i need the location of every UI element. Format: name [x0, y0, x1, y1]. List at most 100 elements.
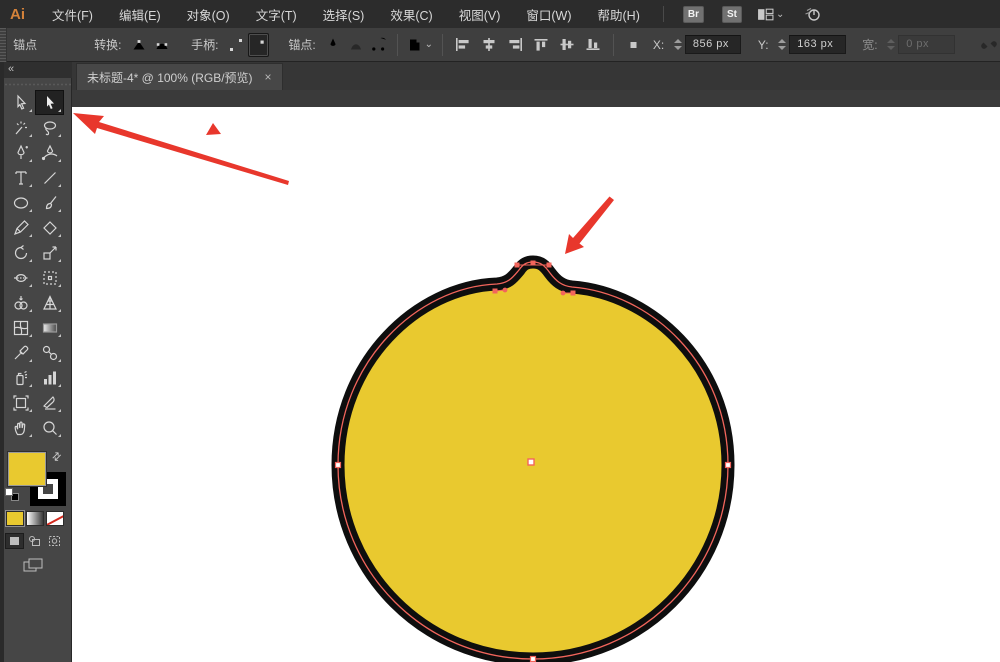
stock-button[interactable]: St	[721, 5, 742, 23]
y-stepper[interactable]	[777, 37, 787, 53]
align-left-icon[interactable]	[451, 33, 475, 57]
free-transform-tool[interactable]	[35, 265, 64, 290]
align-group	[450, 33, 606, 57]
document-tab-title: 未标题-4* @ 100% (RGB/预览)	[87, 70, 253, 85]
app-logo: Ai	[10, 5, 25, 23]
panel-grip[interactable]	[0, 27, 8, 62]
shape-builder-tool[interactable]	[6, 290, 35, 315]
close-icon[interactable]: ×	[265, 70, 272, 84]
default-colors-icon[interactable]	[5, 488, 19, 501]
magic-wand-tool[interactable]	[6, 115, 35, 140]
eraser-tool[interactable]	[35, 215, 64, 240]
broken-chain-icon	[978, 33, 999, 57]
ellipse-tool[interactable]	[6, 190, 35, 215]
convert-to-corner-icon[interactable]	[128, 33, 149, 57]
remove-anchor-pen-icon[interactable]	[323, 33, 344, 57]
zoom-tool[interactable]	[35, 415, 64, 440]
draw-behind-button[interactable]	[25, 533, 44, 549]
y-field[interactable]: 163 px	[789, 35, 846, 54]
screen-mode-button[interactable]	[20, 556, 46, 574]
tools-grid	[6, 90, 66, 440]
menu-item-object[interactable]: 对象(O)	[174, 0, 243, 29]
artboard-tool[interactable]	[6, 390, 35, 415]
menu-item-edit[interactable]: 编辑(E)	[106, 0, 174, 29]
menu-item-file[interactable]: 文件(F)	[39, 0, 106, 29]
menu-item-type[interactable]: 文字(T)	[243, 0, 310, 29]
gradient-mode-button[interactable]	[26, 511, 44, 526]
handles-label: 手柄:	[191, 38, 219, 52]
eyedropper-tool[interactable]	[6, 340, 35, 365]
cut-path-icon[interactable]	[368, 33, 389, 57]
menu-item-view[interactable]: 视图(V)	[446, 0, 514, 29]
tab-strip: 未标题-4* @ 100% (RGB/预览) ×	[72, 62, 1000, 107]
tab-strip-lower	[72, 90, 1000, 107]
control-bar: 锚点 转换: 手柄: 锚点: ⌄ X: 856 px Y: 163 px 宽: …	[0, 27, 1000, 62]
symbol-sprayer-tool[interactable]	[6, 365, 35, 390]
rotate-tool[interactable]	[6, 240, 35, 265]
connect-path-icon[interactable]	[345, 33, 366, 57]
hide-handles-icon[interactable]	[248, 32, 270, 57]
lasso-tool[interactable]	[35, 115, 64, 140]
convert-to-smooth-icon[interactable]	[151, 33, 172, 57]
menu-item-help[interactable]: 帮助(H)	[585, 0, 653, 29]
show-handles-icon[interactable]	[225, 33, 246, 57]
draw-inside-button[interactable]	[45, 533, 64, 549]
paintbrush-tool[interactable]	[35, 190, 64, 215]
x-label[interactable]: X:	[653, 38, 664, 52]
align-middle-vertical-icon[interactable]	[555, 33, 579, 57]
workspace-switcher-icon[interactable]: ⌄	[757, 7, 784, 22]
shaper-tool[interactable]	[6, 215, 35, 240]
x-field[interactable]: 856 px	[684, 35, 742, 54]
small-triangle-mark	[206, 123, 221, 135]
swap-fill-stroke-icon[interactable]: ⇄	[49, 449, 64, 464]
selection-tool[interactable]	[6, 90, 35, 115]
panel-edge	[0, 62, 4, 662]
menu-item-window[interactable]: 窗口(W)	[513, 0, 584, 29]
launch-icon[interactable]	[804, 5, 822, 23]
type-tool[interactable]	[6, 165, 35, 190]
annotation-arrows	[73, 113, 614, 254]
tools-panel: « ⇄	[0, 62, 72, 662]
anchor-point-icon	[622, 33, 646, 57]
line-segment-tool[interactable]	[35, 165, 64, 190]
pen-tool[interactable]	[6, 140, 35, 165]
width-tool[interactable]	[6, 265, 35, 290]
y-label[interactable]: Y:	[758, 38, 769, 52]
menu-item-select[interactable]: 选择(S)	[310, 0, 378, 29]
menu-items: 文件(F) 编辑(E) 对象(O) 文字(T) 选择(S) 效果(C) 视图(V) 窗口(W)…	[39, 0, 653, 29]
direct-selection-tool[interactable]	[35, 90, 64, 115]
none-mode-button[interactable]	[46, 511, 64, 526]
fill-color-swatch[interactable]	[8, 452, 46, 486]
width-label: 宽:	[862, 38, 878, 52]
scale-tool[interactable]	[35, 240, 64, 265]
align-right-icon[interactable]	[503, 33, 527, 57]
align-top-icon[interactable]	[529, 33, 553, 57]
bridge-button[interactable]: Br	[682, 5, 704, 23]
curvature-tool[interactable]	[35, 140, 64, 165]
slice-tool[interactable]	[35, 390, 64, 415]
document-tab[interactable]: 未标题-4* @ 100% (RGB/预览) ×	[76, 63, 283, 90]
align-bottom-icon[interactable]	[581, 33, 605, 57]
artboard-canvas[interactable]	[72, 107, 1000, 662]
perspective-grid-tool[interactable]	[35, 290, 64, 315]
gradient-tool[interactable]	[35, 315, 64, 340]
hand-tool[interactable]	[6, 415, 35, 440]
isolate-object-icon[interactable]: ⌄	[406, 33, 434, 57]
panel-drag-grip[interactable]	[4, 78, 72, 90]
menu-bar: Ai 文件(F) 编辑(E) 对象(O) 文字(T) 选择(S) 效果(C) 视图(V) 窗口…	[0, 0, 1000, 28]
menu-item-effect[interactable]: 效果(C)	[377, 0, 445, 29]
x-stepper[interactable]	[673, 37, 682, 53]
panel-collapse-button[interactable]: «	[4, 62, 72, 78]
center-point-marker	[527, 458, 535, 466]
chevron-down-icon: ⌄	[775, 8, 785, 20]
controlbar-divider	[441, 33, 443, 56]
color-mode-button[interactable]	[6, 511, 24, 526]
mesh-tool[interactable]	[6, 315, 35, 340]
draw-normal-button[interactable]	[5, 533, 24, 549]
collapse-icon: «	[8, 63, 15, 75]
align-center-horizontal-icon[interactable]	[477, 33, 501, 57]
column-graph-tool[interactable]	[35, 365, 64, 390]
arrow-to-nub	[565, 196, 614, 254]
width-stepper	[886, 37, 896, 53]
blend-tool[interactable]	[35, 340, 64, 365]
